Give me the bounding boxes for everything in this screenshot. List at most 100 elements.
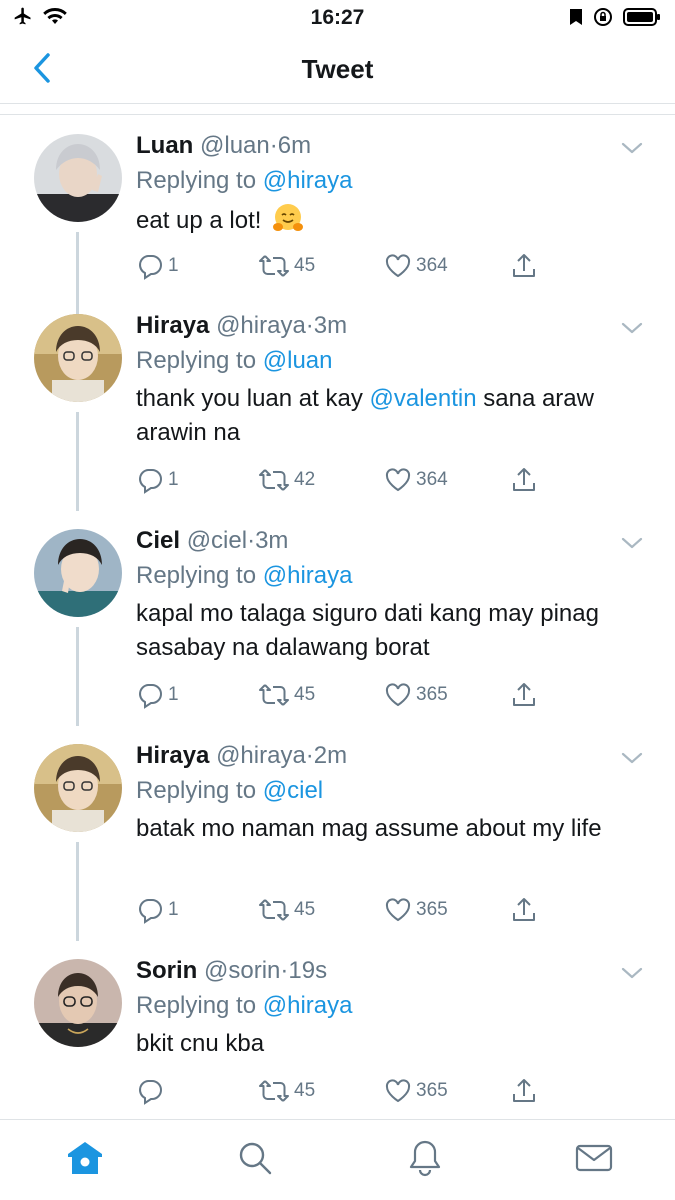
retweet-count: 45 xyxy=(294,255,316,276)
handle[interactable]: @luan xyxy=(200,132,270,159)
share-button[interactable] xyxy=(510,896,538,924)
tab-home[interactable] xyxy=(65,1140,105,1180)
like-button[interactable]: 364 xyxy=(384,252,448,280)
display-name[interactable]: Ciel xyxy=(136,527,180,554)
handle[interactable]: @sorin xyxy=(204,957,280,984)
tweet-text: thank you luan at kay @valentin sana ara… xyxy=(136,382,639,450)
thread-line xyxy=(76,842,79,941)
reply-button[interactable]: 1 xyxy=(136,681,179,709)
reply-mention[interactable]: @ciel xyxy=(263,777,323,804)
tab-bar xyxy=(0,1119,675,1200)
like-count: 365 xyxy=(416,899,448,920)
tweet-options-chevron-icon[interactable] xyxy=(619,748,645,768)
like-icon xyxy=(384,896,412,924)
like-button[interactable]: 365 xyxy=(384,681,448,709)
tweet-header: Hiraya @hiraya·2m xyxy=(136,742,639,770)
share-button[interactable] xyxy=(510,1077,538,1105)
tweet-header: Sorin @sorin·19s xyxy=(136,957,639,985)
reply-mention[interactable]: @luan xyxy=(263,347,333,374)
tweet[interactable]: Sorin @sorin·19s Replying to @hiraya bki… xyxy=(0,941,675,1116)
like-count: 364 xyxy=(416,469,448,490)
nav-bar: Tweet xyxy=(0,36,675,104)
tweet-body: Hiraya @hiraya·2m Replying to @ciel bata… xyxy=(136,742,639,846)
reply-mention[interactable]: @hiraya xyxy=(263,167,353,194)
status-right xyxy=(569,7,661,32)
reply-icon xyxy=(136,466,164,494)
replying-to-label: Replying to xyxy=(136,562,257,589)
retweet-icon xyxy=(258,252,290,280)
reply-button[interactable]: 1 xyxy=(136,896,179,924)
retweet-button[interactable]: 45 xyxy=(258,896,315,924)
notifications-icon xyxy=(407,1139,443,1182)
tweet-text: kapal mo talaga siguro dati kang may pin… xyxy=(136,600,599,661)
timestamp: 19s xyxy=(288,957,328,984)
replying-to-label: Replying to xyxy=(136,167,257,194)
handle[interactable]: @hiraya xyxy=(216,312,306,339)
share-icon xyxy=(510,896,538,924)
like-button[interactable]: 365 xyxy=(384,1077,448,1105)
share-button[interactable] xyxy=(510,466,538,494)
reply-mention[interactable]: @hiraya xyxy=(263,562,353,589)
replying-to: Replying to @hiraya xyxy=(136,991,639,1021)
retweet-button[interactable]: 45 xyxy=(258,681,315,709)
like-count: 365 xyxy=(416,684,448,705)
retweet-icon xyxy=(258,466,290,494)
tab-notifications[interactable] xyxy=(405,1140,445,1180)
reply-button[interactable] xyxy=(136,1077,168,1105)
tab-search[interactable] xyxy=(235,1140,275,1180)
display-name[interactable]: Hiraya xyxy=(136,742,209,769)
avatar[interactable] xyxy=(34,959,122,1047)
tweet[interactable]: Luan @luan·6m Replying to @hiraya eat up… xyxy=(0,116,675,316)
avatar[interactable] xyxy=(34,134,122,222)
tweet-options-chevron-icon[interactable] xyxy=(619,138,645,158)
share-button[interactable] xyxy=(510,252,538,280)
reply-button[interactable]: 1 xyxy=(136,466,179,494)
thread-line xyxy=(76,627,79,726)
reply-count: 1 xyxy=(168,899,179,920)
reply-button[interactable]: 1 xyxy=(136,252,179,280)
display-name[interactable]: Sorin xyxy=(136,957,197,984)
tweet[interactable]: Ciel @ciel·3m Replying to @hiraya kapal … xyxy=(0,511,675,726)
retweet-button[interactable]: 45 xyxy=(258,1077,315,1105)
replying-to: Replying to @ciel xyxy=(136,776,639,806)
tweet-header: Hiraya @hiraya·3m xyxy=(136,312,639,340)
tweet[interactable]: Hiraya @hiraya·3m Replying to @luan than… xyxy=(0,296,675,511)
avatar[interactable] xyxy=(34,529,122,617)
avatar[interactable] xyxy=(34,744,122,832)
share-icon xyxy=(510,681,538,709)
tweet-options-chevron-icon[interactable] xyxy=(619,533,645,553)
nav-separator xyxy=(0,105,675,115)
tab-messages[interactable] xyxy=(574,1140,614,1180)
tweet-text-before: thank you luan at kay xyxy=(136,385,370,412)
retweet-icon xyxy=(258,1077,290,1105)
tweet-options-chevron-icon[interactable] xyxy=(619,963,645,983)
rotation-lock-icon xyxy=(593,7,613,32)
display-name[interactable]: Hiraya xyxy=(136,312,209,339)
tweet[interactable]: Hiraya @hiraya·2m Replying to @ciel bata… xyxy=(0,726,675,941)
separator-dot: · xyxy=(305,312,314,339)
like-button[interactable]: 364 xyxy=(384,466,448,494)
tweet-text: bkit cnu kba xyxy=(136,1030,265,1057)
retweet-count: 42 xyxy=(294,469,316,490)
retweet-button[interactable]: 42 xyxy=(258,466,315,494)
retweet-button[interactable]: 45 xyxy=(258,252,315,280)
avatar[interactable] xyxy=(34,314,122,402)
text-mention[interactable]: @valentin xyxy=(369,385,476,412)
tweet-body: Ciel @ciel·3m Replying to @hiraya kapal … xyxy=(136,527,639,665)
tweet-text-content: eat up a lot! xyxy=(136,207,262,234)
reply-count: 1 xyxy=(168,684,179,705)
retweet-count: 45 xyxy=(294,899,316,920)
timestamp: 6m xyxy=(277,132,312,159)
like-icon xyxy=(384,681,412,709)
hugging-face-emoji-icon xyxy=(272,202,304,244)
handle[interactable]: @ciel xyxy=(187,527,247,554)
display-name[interactable]: Luan xyxy=(136,132,193,159)
like-button[interactable]: 365 xyxy=(384,896,448,924)
handle[interactable]: @hiraya xyxy=(216,742,306,769)
like-icon xyxy=(384,252,412,280)
share-button[interactable] xyxy=(510,681,538,709)
reply-mention[interactable]: @hiraya xyxy=(263,992,353,1019)
tweet-options-chevron-icon[interactable] xyxy=(619,318,645,338)
separator-dot: · xyxy=(269,132,278,159)
tweet-header: Luan @luan·6m xyxy=(136,132,639,160)
